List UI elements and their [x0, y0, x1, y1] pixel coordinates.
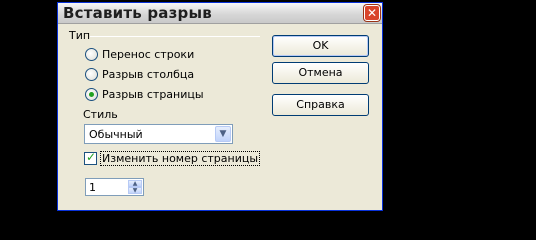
insert-break-dialog: Вставить разрыв ✕ Тип Перенос строки Раз… [57, 2, 383, 211]
title-bar[interactable]: Вставить разрыв ✕ [58, 3, 382, 24]
cancel-button[interactable]: Отмена [272, 62, 369, 84]
close-icon[interactable]: ✕ [364, 5, 380, 21]
radio-label-column-break: Разрыв столбца [102, 67, 195, 81]
dialog-title: Вставить разрыв [63, 4, 212, 22]
radio-label-line-break: Перенос строки [102, 47, 195, 61]
page-number-value: 1 [89, 181, 96, 194]
ok-button[interactable]: OK [272, 35, 369, 57]
spin-down-icon[interactable]: ▼ [128, 187, 142, 194]
radio-button[interactable] [85, 47, 98, 61]
spinner-buttons: ▲ ▼ [128, 180, 142, 194]
radio-line-break[interactable]: Перенос строки [85, 46, 194, 62]
radio-column-break[interactable]: Разрыв столбца [85, 66, 194, 82]
style-select[interactable]: Обычный ▼ [84, 124, 233, 144]
spin-up-icon[interactable]: ▲ [128, 180, 142, 187]
style-label: Стиль [83, 108, 118, 121]
change-page-number-label: Изменить номер страницы [100, 150, 261, 166]
radio-button[interactable] [85, 67, 98, 81]
radio-page-break[interactable]: Разрыв страницы [85, 86, 204, 102]
page-number-spinner[interactable]: 1 ▲ ▼ [85, 178, 144, 196]
style-select-value: Обычный [89, 128, 143, 141]
chevron-down-icon[interactable]: ▼ [215, 126, 231, 142]
type-group-divider [90, 36, 260, 37]
checkbox-checked[interactable] [84, 150, 97, 165]
change-page-number-checkbox[interactable]: Изменить номер страницы [84, 150, 261, 166]
type-group-label: Тип [69, 29, 91, 42]
radio-button-selected[interactable] [85, 87, 98, 101]
help-button[interactable]: Справка [272, 94, 369, 116]
radio-label-page-break: Разрыв страницы [102, 87, 204, 101]
